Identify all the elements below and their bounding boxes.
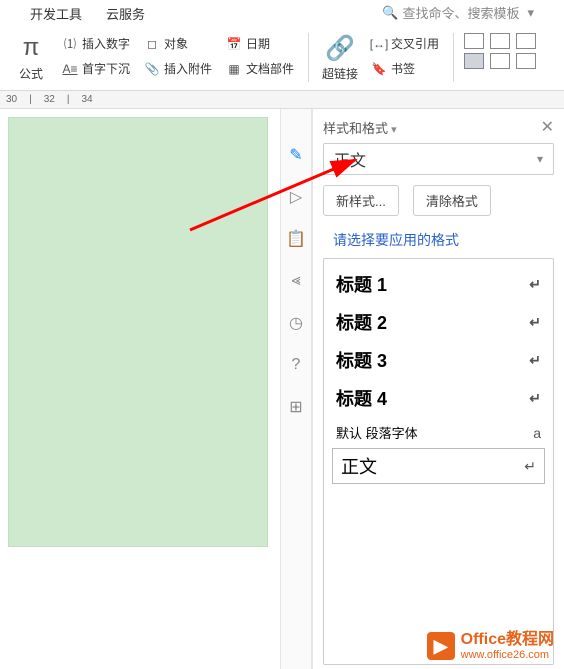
panel-title[interactable]: 样式和格式 — [323, 118, 397, 137]
layout-opt-2[interactable] — [490, 33, 510, 49]
layout-opt-3[interactable] — [516, 33, 536, 49]
current-style-label: 正文 — [334, 147, 366, 171]
watermark-url: www.office26.com — [461, 649, 554, 661]
bookmark-label: 书签 — [391, 60, 415, 77]
style-label: 标题 3 — [336, 347, 387, 373]
side-toolbar: ✎ ▷ 📋 ⪡ ◷ ? ⊞ — [280, 109, 312, 669]
clipboard-icon[interactable]: 📋 — [286, 229, 306, 249]
docparts-label: 文档部件 — [246, 60, 294, 77]
style-default-font[interactable]: 默认 段落字体 a — [332, 417, 545, 448]
docparts-icon: ▦ — [226, 61, 242, 77]
insert-number-label: 插入数字 — [82, 35, 130, 52]
char-mark-icon: a — [533, 425, 541, 441]
tab-cloud[interactable]: 云服务 — [106, 4, 145, 23]
search-icon: 🔍 — [382, 5, 398, 21]
search-box[interactable]: 🔍 查找命令、搜索模板 ▾ — [382, 3, 534, 22]
link-icon: 🔗 — [325, 33, 355, 63]
number-icon: ⑴ — [62, 36, 78, 52]
calendar-icon: 📅 — [226, 36, 242, 52]
style-label: 标题 4 — [336, 385, 387, 411]
object-icon: ◻ — [144, 36, 160, 52]
page — [8, 117, 268, 547]
dropcap-button[interactable]: A≡首字下沉 — [58, 58, 134, 79]
layout-opt-5[interactable] — [490, 53, 510, 69]
layout-opt-6[interactable] — [516, 53, 536, 69]
style-heading3[interactable]: 标题 3 ↵ — [332, 341, 545, 379]
date-label: 日期 — [246, 35, 270, 52]
clock-icon[interactable]: ◷ — [286, 313, 306, 333]
xref-label: 交叉引用 — [391, 35, 439, 52]
hyperlink-button[interactable]: 🔗 超链接 — [319, 33, 361, 82]
object-label: 对象 — [164, 35, 188, 52]
help-icon[interactable]: ? — [286, 355, 306, 375]
paragraph-mark-icon: ↵ — [529, 390, 541, 407]
search-placeholder: 查找命令、搜索模板 — [402, 3, 519, 22]
docparts-button[interactable]: ▦文档部件 — [222, 58, 298, 79]
pencil-icon[interactable]: ✎ — [286, 145, 306, 165]
style-heading4[interactable]: 标题 4 ↵ — [332, 379, 545, 417]
style-list: 标题 1 ↵ 标题 2 ↵ 标题 3 ↵ 标题 4 ↵ 默认 段落字体 a 正文 ↵ — [323, 258, 554, 665]
watermark-title: Office教程网 — [461, 631, 554, 649]
chevron-down-icon: ▾ — [527, 5, 534, 21]
date-button[interactable]: 📅日期 — [222, 33, 298, 54]
paragraph-mark-icon: ↵ — [529, 276, 541, 293]
ruler: 30 | 32 | 34 — [0, 91, 564, 109]
xref-button[interactable]: [↔]交叉引用 — [367, 33, 443, 54]
dropcap-label: 首字下沉 — [82, 60, 130, 77]
style-label: 默认 段落字体 — [336, 423, 418, 442]
layout-opt-4[interactable] — [464, 53, 484, 69]
pi-icon: π — [16, 33, 46, 63]
logo-icon: ▶ — [427, 632, 455, 660]
share-icon[interactable]: ⪡ — [286, 271, 306, 291]
object-button[interactable]: ◻对象 — [140, 33, 216, 54]
insert-number-button[interactable]: ⑴插入数字 — [58, 33, 134, 54]
cursor-icon[interactable]: ▷ — [286, 187, 306, 207]
attach-button[interactable]: 📎插入附件 — [140, 58, 216, 79]
current-style-select[interactable]: 正文 ▾ — [323, 143, 554, 175]
new-style-button[interactable]: 新样式... — [323, 185, 399, 216]
clear-format-button[interactable]: 清除格式 — [413, 185, 491, 216]
style-body[interactable]: 正文 ↵ — [332, 448, 545, 484]
style-label: 标题 2 — [336, 309, 387, 335]
bookmark-button[interactable]: 🔖书签 — [367, 58, 443, 79]
paperclip-icon: 📎 — [144, 61, 160, 77]
watermark: ▶ Office教程网 www.office26.com — [427, 631, 554, 661]
document-area[interactable] — [0, 109, 280, 669]
attach-label: 插入附件 — [164, 60, 212, 77]
style-label: 标题 1 — [336, 271, 387, 297]
formula-label: 公式 — [19, 65, 43, 82]
chevron-down-icon: ▾ — [537, 152, 543, 166]
tab-dev[interactable]: 开发工具 — [30, 4, 82, 23]
close-icon[interactable]: ✕ — [541, 117, 554, 137]
hint-text: 请选择要应用的格式 — [323, 230, 554, 250]
styles-panel: 样式和格式 ✕ 正文 ▾ 新样式... 清除格式 请选择要应用的格式 标题 1 ↵… — [312, 109, 564, 669]
paragraph-mark-icon: ↵ — [529, 352, 541, 369]
paragraph-mark-icon: ↵ — [529, 314, 541, 331]
ribbon: π 公式 ⑴插入数字 A≡首字下沉 ◻对象 📎插入附件 📅日期 ▦文档部件 🔗 … — [0, 27, 564, 91]
formula-button[interactable]: π 公式 — [10, 33, 52, 82]
style-heading1[interactable]: 标题 1 ↵ — [332, 265, 545, 303]
layout-opt-1[interactable] — [464, 33, 484, 49]
dropcap-icon: A≡ — [62, 61, 78, 77]
hyperlink-label: 超链接 — [322, 65, 358, 82]
ruler-30: 30 — [6, 94, 17, 105]
bookmark-icon: 🔖 — [371, 61, 387, 77]
style-heading2[interactable]: 标题 2 ↵ — [332, 303, 545, 341]
grid-icon[interactable]: ⊞ — [286, 397, 306, 417]
ruler-32: 32 — [44, 94, 55, 105]
style-label: 正文 — [341, 453, 377, 479]
ruler-34: 34 — [81, 94, 92, 105]
xref-icon: [↔] — [371, 36, 387, 52]
paragraph-mark-icon: ↵ — [524, 458, 536, 475]
